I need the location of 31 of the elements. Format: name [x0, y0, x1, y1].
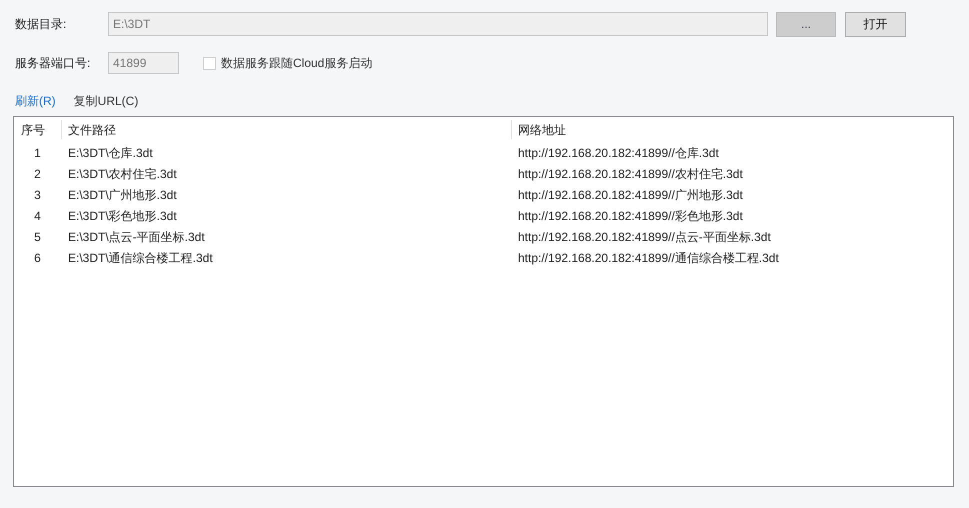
- column-header[interactable]: 序号: [21, 120, 45, 138]
- table-cell: http://192.168.20.182:41899//农村住宅.3dt: [518, 166, 743, 180]
- table-cell: E:\3DT\彩色地形.3dt: [68, 208, 177, 222]
- table-cell: E:\3DT\点云-平面坐标.3dt: [68, 230, 205, 244]
- table-cell: 3: [34, 188, 41, 202]
- toolbar-link[interactable]: 刷新(R): [15, 92, 56, 110]
- browse-button[interactable]: ...: [776, 12, 836, 36]
- checkbox-label[interactable]: 数据服务跟随Cloud服务启动: [221, 54, 372, 72]
- field-label: 数据目录:: [14, 16, 68, 33]
- table-cell: E:\3DT\广州地形.3dt: [68, 188, 177, 202]
- field-label: 服务器端口号:: [14, 55, 92, 72]
- column-header[interactable]: 文件路径: [68, 120, 116, 138]
- table-cell: E:\3DT\通信综合楼工程.3dt: [68, 250, 213, 264]
- table-cell: http://192.168.20.182:41899//点云-平面坐标.3dt: [518, 230, 771, 244]
- port-field[interactable]: 41899: [108, 52, 179, 74]
- table-cell: E:\3DT\农村住宅.3dt: [68, 166, 177, 180]
- table-cell: http://192.168.20.182:41899//彩色地形.3dt: [518, 208, 743, 222]
- table-cell: 4: [34, 208, 41, 222]
- input-field[interactable]: E:\3DT: [108, 12, 768, 36]
- table-cell: 1: [34, 146, 41, 160]
- table-cell: E:\3DT\仓库.3dt: [68, 146, 153, 160]
- table-cell: http://192.168.20.182:41899//通信综合楼工程.3dt: [518, 250, 779, 264]
- checkbox[interactable]: [203, 56, 216, 70]
- toolbar-link[interactable]: 复制URL(C): [74, 92, 138, 110]
- column-header[interactable]: 网络地址: [518, 120, 566, 138]
- open-button[interactable]: 打开: [845, 12, 906, 36]
- table-cell: 5: [34, 230, 41, 244]
- table-cell: 2: [34, 166, 41, 180]
- table-cell: http://192.168.20.182:41899//广州地形.3dt: [518, 188, 743, 202]
- table-cell: http://192.168.20.182:41899//仓库.3dt: [518, 146, 719, 160]
- table-cell: 6: [34, 250, 41, 264]
